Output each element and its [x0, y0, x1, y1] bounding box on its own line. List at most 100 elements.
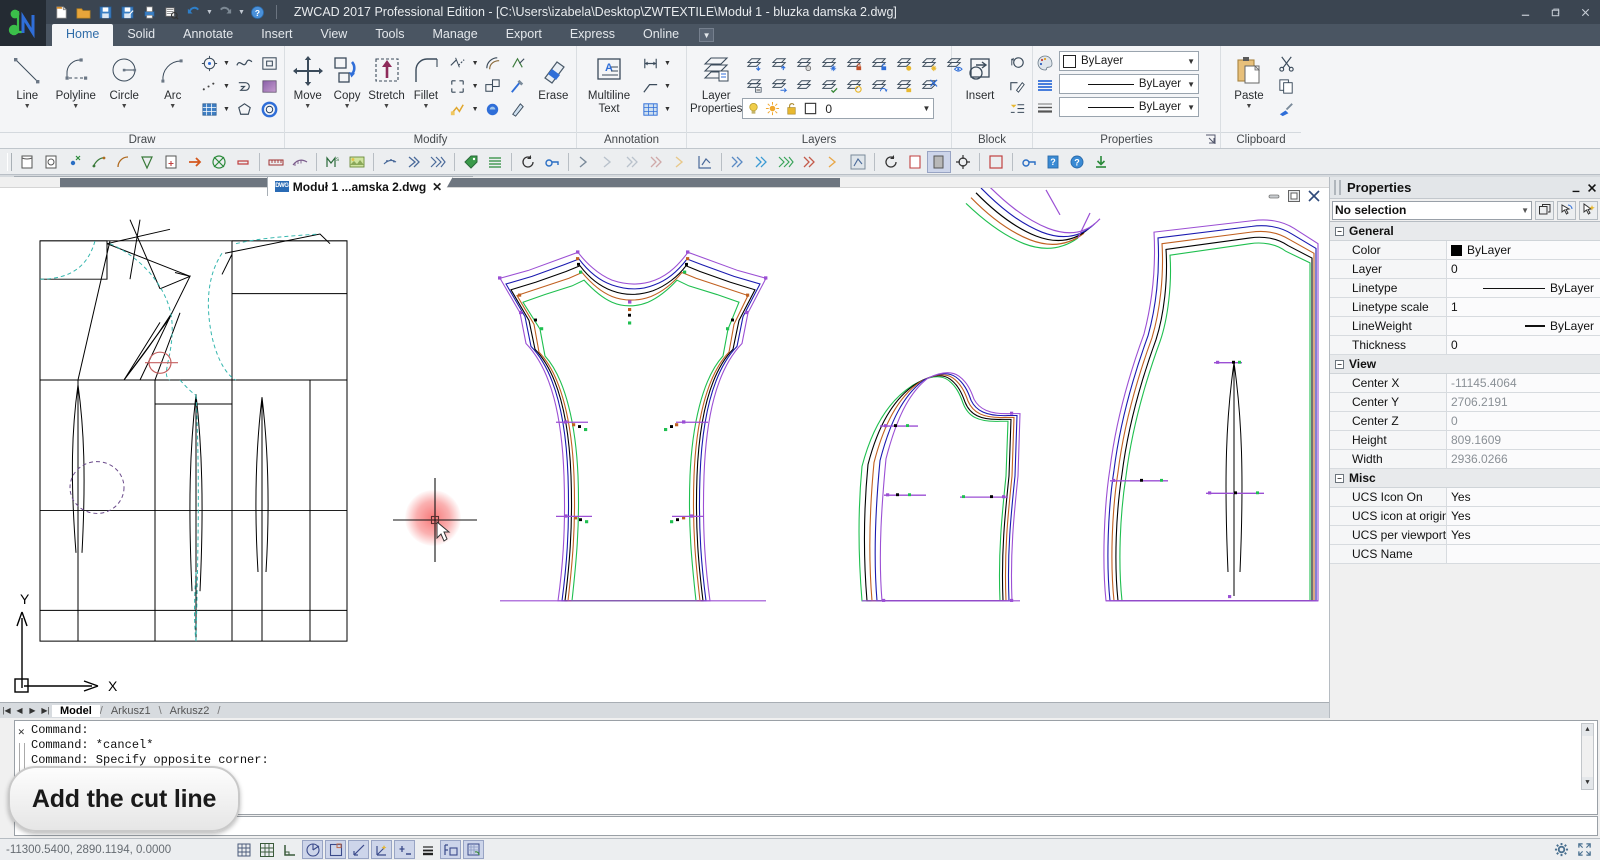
fillet-dropdown-caret[interactable]: ▼: [422, 103, 429, 111]
list-icon[interactable]: [483, 151, 507, 173]
scroll-down-icon[interactable]: ▼: [1582, 777, 1593, 789]
layer-color-swatch-icon[interactable]: [803, 101, 818, 116]
circle-button[interactable]: Circle ▼: [100, 50, 149, 111]
tag-icon[interactable]: [459, 151, 483, 173]
save-as-icon[interactable]: [118, 3, 137, 22]
property-value-cell[interactable]: ByLayer: [1447, 241, 1600, 259]
document-tab-modul1[interactable]: DWG Moduł 1 ...amska 2.dwg ✕: [266, 176, 454, 196]
property-row-ucs-per-viewport[interactable]: UCS per viewport Yes: [1330, 526, 1600, 545]
curve-point-icon[interactable]: [87, 151, 111, 173]
current-layer-combo[interactable]: 0 ▼: [742, 98, 935, 119]
hatch-icon[interactable]: [197, 98, 221, 120]
layer-properties-button[interactable]: Layer Properties: [690, 50, 742, 116]
block-attributes-icon[interactable]: [1005, 98, 1029, 120]
layer-merge-icon[interactable]: [767, 74, 791, 96]
command-scrollbar[interactable]: ▲ ▼: [1581, 723, 1594, 790]
hatch-dropdown-caret[interactable]: ▼: [222, 106, 231, 113]
match-properties-brush-icon[interactable]: [1274, 98, 1298, 120]
property-value-cell[interactable]: ByLayer: [1447, 317, 1600, 335]
properties-dialog-launcher[interactable]: [1205, 134, 1216, 145]
property-row-ucs-icon-at-origin[interactable]: UCS icon at origin Yes: [1330, 507, 1600, 526]
object-linetype-combo[interactable]: ByLayer ▼: [1059, 74, 1199, 94]
selection-combo-caret[interactable]: ▼: [1521, 206, 1529, 215]
new-pattern-icon[interactable]: [15, 151, 39, 173]
property-row-linetype[interactable]: Linetype ByLayer: [1330, 279, 1600, 298]
landscape-icon[interactable]: [345, 151, 369, 173]
object-linetype-caret[interactable]: ▼: [1187, 80, 1195, 89]
layout-tab-arkusz2[interactable]: Arkusz2: [162, 705, 218, 717]
property-value[interactable]: Yes: [1447, 526, 1600, 544]
object-color-caret[interactable]: ▼: [1187, 57, 1195, 66]
circle-dropdown-caret[interactable]: ▼: [121, 103, 128, 111]
model-space-toggle[interactable]: [463, 840, 484, 859]
point-icon[interactable]: [197, 52, 221, 74]
grade-apply2-icon[interactable]: [750, 151, 774, 173]
arc-button[interactable]: Arc ▼: [149, 50, 198, 111]
ribbon-tab-view[interactable]: View: [306, 24, 361, 46]
arc-tool-icon[interactable]: [111, 151, 135, 173]
object-snap-toggle[interactable]: [325, 840, 346, 859]
property-row-height[interactable]: Height 809.1609: [1330, 431, 1600, 450]
divide-points-icon[interactable]: [197, 75, 221, 97]
grade-rule-icon[interactable]: [378, 151, 402, 173]
layer-unlock-icon[interactable]: [867, 52, 891, 74]
property-value[interactable]: 0: [1447, 336, 1600, 354]
stretch-dropdown-caret[interactable]: ▼: [383, 103, 390, 111]
line-dropdown-caret[interactable]: ▼: [24, 103, 31, 111]
fullscreen-icon[interactable]: [1577, 842, 1592, 857]
layer-thaw-icon[interactable]: [917, 52, 941, 74]
layer-freeze-icon[interactable]: [892, 52, 916, 74]
drawing-canvas[interactable]: Y X |◀ ◀ ▶ ▶| Model / Arkusz1 \ Arkusz2 …: [0, 177, 1330, 718]
property-row-linetype-scale[interactable]: Linetype scale 1: [1330, 298, 1600, 317]
region-icon[interactable]: [257, 52, 281, 74]
layer-match-icon[interactable]: [817, 74, 841, 96]
pattern-settings-icon[interactable]: [39, 151, 63, 173]
ribbon-tab-home[interactable]: Home: [52, 24, 114, 46]
layer-off-all-icon[interactable]: [917, 74, 941, 96]
polyline-dropdown-caret[interactable]: ▼: [72, 103, 79, 111]
trim-icon[interactable]: [446, 52, 470, 74]
zoom-next2-icon[interactable]: [597, 151, 621, 173]
scale-icon[interactable]: [481, 75, 505, 97]
property-row-thickness[interactable]: Thickness 0: [1330, 336, 1600, 355]
measure-curve-icon[interactable]: [288, 151, 312, 173]
properties-close-button[interactable]: [1584, 180, 1600, 196]
snap-mode-toggle[interactable]: [233, 840, 254, 859]
redo-icon[interactable]: [216, 3, 235, 22]
break-dropdown-caret[interactable]: ▼: [471, 106, 480, 113]
grade-apply3-icon[interactable]: [774, 151, 798, 173]
trim-dropdown-caret[interactable]: ▼: [471, 60, 480, 67]
arrow-right-icon[interactable]: [183, 151, 207, 173]
settings-key-icon[interactable]: [1017, 151, 1041, 173]
linear-dimension-icon[interactable]: [638, 52, 662, 74]
property-row-ucs-name[interactable]: UCS Name: [1330, 545, 1600, 564]
layout-prev-icon[interactable]: ◀: [13, 706, 26, 715]
layer-lock-fade-icon[interactable]: [892, 74, 916, 96]
toolbar-grip[interactable]: [7, 152, 12, 171]
center-target-icon[interactable]: [951, 151, 975, 173]
copy-clip-icon[interactable]: [1274, 75, 1298, 97]
help-icon[interactable]: ?: [248, 3, 267, 22]
spline-icon[interactable]: [232, 52, 256, 74]
ribbon-tab-online[interactable]: Online: [629, 24, 693, 46]
create-block-icon[interactable]: [1005, 52, 1029, 74]
download-icon[interactable]: [1089, 151, 1113, 173]
property-row-width[interactable]: Width 2936.0266: [1330, 450, 1600, 469]
piece-outline-icon[interactable]: [903, 151, 927, 173]
save-icon[interactable]: [96, 3, 115, 22]
command-input[interactable]: [14, 816, 1598, 836]
quick-select-button[interactable]: [1579, 200, 1598, 220]
multiline-text-button[interactable]: A Multiline Text: [580, 50, 638, 116]
move-dropdown-caret[interactable]: ▼: [304, 103, 311, 111]
layer-previous-icon[interactable]: [767, 52, 791, 74]
layer-isolate-icon[interactable]: [817, 52, 841, 74]
gradient-icon[interactable]: [257, 75, 281, 97]
leader-icon[interactable]: [638, 75, 662, 97]
layer-combo-caret[interactable]: ▼: [922, 104, 930, 113]
layer-on-bulb-icon[interactable]: [746, 101, 761, 116]
new-file-icon[interactable]: [52, 3, 71, 22]
document-tab-close-icon[interactable]: ✕: [432, 180, 442, 194]
close-button[interactable]: [1570, 0, 1600, 24]
properties-category-view[interactable]: − View: [1330, 355, 1600, 374]
object-snap-tracking-toggle[interactable]: [348, 840, 369, 859]
